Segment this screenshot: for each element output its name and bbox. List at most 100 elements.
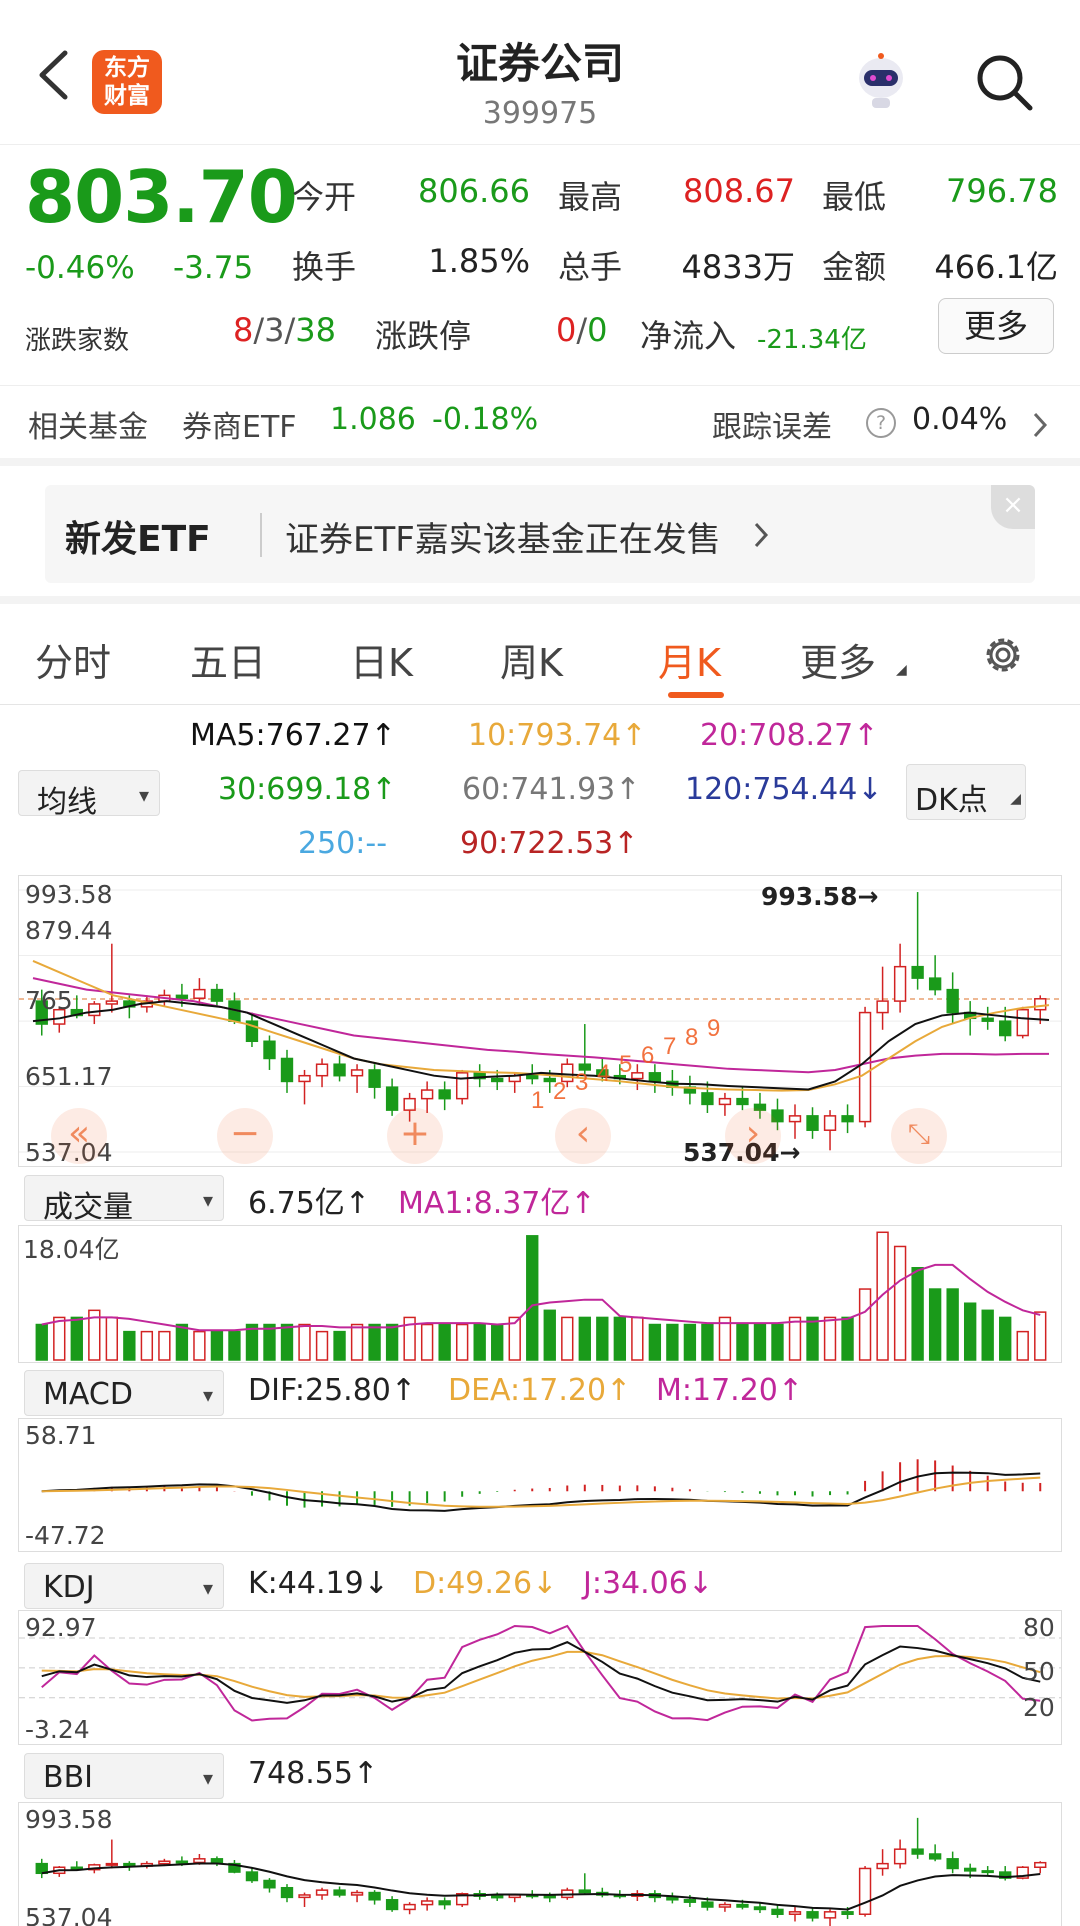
td-number: 7: [663, 1033, 676, 1060]
volume-bar: [981, 1309, 994, 1361]
tracking-label: 跟踪误差: [712, 410, 832, 445]
volume-selector-label: 成交量: [43, 1190, 133, 1225]
volume-selector[interactable]: 成交量 ▾: [24, 1175, 224, 1225]
scroll-left-fast-icon[interactable]: «: [51, 1108, 107, 1164]
back-arrow-icon[interactable]: [30, 45, 80, 105]
volume-chart[interactable]: [19, 1226, 1061, 1362]
app-logo[interactable]: 东方 财富: [92, 50, 162, 114]
fullscreen-icon[interactable]: ⤡: [891, 1108, 947, 1164]
candle-body: [876, 1000, 889, 1014]
search-icon[interactable]: [972, 50, 1036, 114]
ma60-value: 60:741.93↑: [462, 772, 641, 807]
td-number: 2: [553, 1078, 566, 1105]
ma30-value: 30:699.18↑: [218, 772, 397, 807]
low-label: 最低: [822, 178, 887, 216]
candle-body: [210, 988, 224, 1002]
ma-selector[interactable]: 均线 ▾: [18, 770, 160, 820]
bbi-selector[interactable]: BBI ▾: [24, 1753, 224, 1799]
volume-bar: [420, 1323, 434, 1361]
volume-bar: [806, 1316, 819, 1361]
macd-chart[interactable]: [19, 1419, 1061, 1551]
assistant-robot-icon[interactable]: [850, 50, 912, 112]
volume-bar: [280, 1323, 294, 1361]
slash: /: [576, 311, 588, 349]
macd-dif: DIF:25.80↑: [248, 1373, 417, 1408]
kdj-j: J:34.06↓: [583, 1566, 713, 1601]
kdj-chart[interactable]: [19, 1611, 1061, 1744]
macd-selector-label: MACD: [43, 1377, 133, 1412]
bbi-candle-body: [368, 1891, 381, 1901]
volume-bar: [158, 1330, 171, 1361]
candle-body: [911, 965, 924, 979]
tracking-value: 0.04%: [912, 402, 1008, 437]
macd-dea-line: [41, 1476, 1041, 1508]
tab-monthly-k[interactable]: 月K: [658, 632, 721, 687]
limit-up: 0: [556, 311, 577, 349]
volume-bar: [788, 1316, 802, 1361]
bbi-panel[interactable]: 993.58 537.04: [18, 1802, 1062, 1926]
volume-panel[interactable]: 18.04亿: [18, 1225, 1062, 1363]
bbi-candle-body: [245, 1871, 259, 1882]
kdj-selector[interactable]: KDJ ▾: [24, 1563, 224, 1609]
new-etf-banner[interactable]: 新发ETF 证券ETF嘉实该基金正在发售 ×: [45, 485, 1035, 583]
close-icon[interactable]: ×: [991, 485, 1035, 529]
active-tab-indicator: [668, 692, 724, 698]
macd-y-bottom: -47.72: [25, 1521, 106, 1550]
volume-bar: [491, 1323, 504, 1361]
bbi-candle-body: [788, 1911, 802, 1915]
candle-body: [946, 988, 959, 1014]
bbi-candle-body: [806, 1911, 819, 1919]
related-fund-row[interactable]: 相关基金 券商ETF 1.086 -0.18% 跟踪误差 ? 0.04%: [0, 385, 1080, 455]
help-icon[interactable]: ?: [866, 408, 896, 438]
zoom-in-icon[interactable]: +: [387, 1108, 443, 1164]
volume-bar: [701, 1323, 714, 1361]
high-value: 808.67: [683, 172, 795, 210]
tab-daily-k[interactable]: 日K: [350, 632, 413, 687]
slash: /: [284, 311, 296, 349]
volume-bar: [963, 1302, 977, 1361]
bbi-chart[interactable]: [19, 1803, 1061, 1926]
volume-bar: [53, 1316, 66, 1361]
tab-weekly-k[interactable]: 周K: [500, 632, 563, 687]
scroll-left-icon[interactable]: ‹: [555, 1108, 611, 1164]
tab-more[interactable]: 更多: [800, 632, 876, 687]
candle-body: [841, 1115, 854, 1123]
dk-point-button[interactable]: DK点 ◢: [906, 764, 1026, 820]
netflow-label: 净流入: [640, 317, 737, 355]
ma20-value: 20:708.27↑: [700, 718, 879, 753]
bbi-candle-body: [438, 1900, 451, 1906]
scroll-right-icon[interactable]: ›: [725, 1108, 781, 1164]
macd-selector[interactable]: MACD ▾: [24, 1370, 224, 1416]
ma250-value: 250:--: [298, 826, 388, 861]
kdj-y-bottom: -3.24: [25, 1715, 90, 1744]
volume-bar: [228, 1330, 241, 1361]
stock-code: 399975: [482, 96, 598, 131]
ma-selector-label: 均线: [37, 785, 97, 820]
period-tabs: 分时 五日 日K 周K 月K 更多 ◢: [0, 610, 1080, 705]
bbi-candle-body: [736, 1903, 749, 1908]
ma5-line: [32, 1000, 1050, 1091]
gear-icon[interactable]: [978, 630, 1028, 680]
bbi-candle-body: [105, 1862, 119, 1866]
more-button[interactable]: 更多: [938, 298, 1054, 354]
volume-bar: [315, 1330, 329, 1361]
zoom-out-icon[interactable]: −: [217, 1108, 273, 1164]
candle-body: [455, 1072, 469, 1100]
ma5-value: MA5:767.27↑: [190, 718, 396, 753]
kdj-y-top: 92.97: [25, 1613, 97, 1642]
macd-panel[interactable]: 58.71 -47.72: [18, 1418, 1062, 1552]
bbi-candle-body: [333, 1889, 346, 1896]
volume-bar: [928, 1288, 942, 1361]
candle-body: [333, 1063, 346, 1077]
candle-body: [175, 994, 189, 999]
kline-panel[interactable]: 123456789 993.58 879.44 765 651.17 537.0…: [18, 875, 1062, 1167]
tab-five-day[interactable]: 五日: [190, 632, 266, 687]
bbi-candle-body: [893, 1848, 907, 1865]
chevron-down-icon: ▾: [202, 1766, 213, 1790]
kdj-j-line: [41, 1624, 1041, 1722]
kdj-panel[interactable]: 92.97 -3.24 80 50 20: [18, 1610, 1062, 1745]
bbi-candle-body: [280, 1886, 294, 1899]
breadth-up: 8: [233, 311, 254, 349]
change-percent: -0.46%: [25, 250, 135, 286]
tab-intraday[interactable]: 分时: [35, 632, 111, 687]
